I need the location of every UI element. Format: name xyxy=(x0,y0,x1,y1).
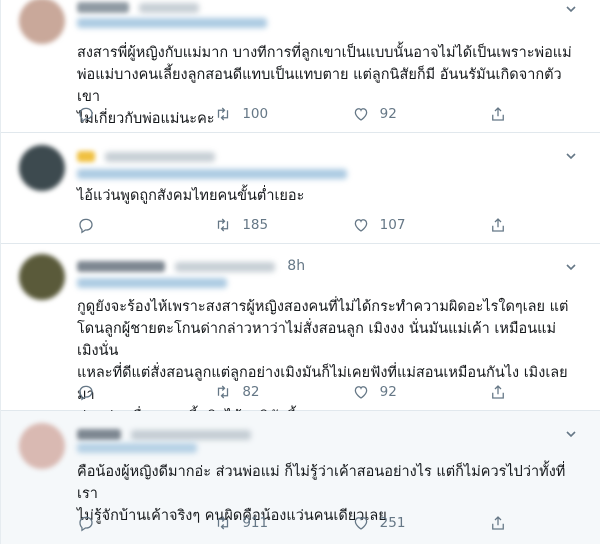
like-button[interactable]: 251 xyxy=(352,514,442,532)
blurred-replying-to[interactable] xyxy=(77,169,347,179)
like-count: 92 xyxy=(379,106,397,122)
share-icon xyxy=(492,107,504,121)
retweet-icon xyxy=(218,516,229,530)
like-count: 107 xyxy=(379,217,406,233)
replies-timeline: สงสารพี่ผู้หญิงกับแม่มาก บางทีการที่ลูกเ… xyxy=(0,0,600,544)
tweet-actions: 100 92 xyxy=(77,104,517,124)
retweet-icon xyxy=(218,218,229,232)
like-icon xyxy=(354,219,367,232)
tweet[interactable]: ไอ้แว่นพูดถูกสังคมไทยคนขั้นต่ำเยอะ 185 1… xyxy=(1,133,600,244)
avatar[interactable] xyxy=(19,423,65,469)
like-icon xyxy=(354,108,367,121)
like-button[interactable]: 92 xyxy=(352,105,442,123)
reply-button[interactable] xyxy=(77,383,167,401)
like-icon xyxy=(354,386,367,399)
blurred-handle xyxy=(139,2,200,13)
reply-button[interactable] xyxy=(77,105,167,123)
tweet[interactable]: สงสารพี่ผู้หญิงกับแม่มาก บางทีการที่ลูกเ… xyxy=(1,0,600,133)
chevron-down-icon[interactable] xyxy=(564,427,578,441)
tweet-text-line: โดนลูกผู้ชายตะโกนด่ากล่าวหาว่าไม่สั่งสอน… xyxy=(77,321,557,359)
tweet-header: 8h xyxy=(77,258,305,274)
blurred-username[interactable] xyxy=(77,261,165,272)
retweet-button[interactable]: 100 xyxy=(214,105,304,123)
retweet-icon xyxy=(218,107,229,121)
retweet-count: 185 xyxy=(242,217,269,233)
tweet[interactable]: คือน้องผู้หญิงดีมากอ่ะ ส่วนพ่อแม่ ก็ไม่ร… xyxy=(1,411,600,544)
retweet-count: 82 xyxy=(242,384,260,400)
tweet-header xyxy=(77,149,221,164)
avatar[interactable] xyxy=(19,0,65,44)
reply-icon xyxy=(79,218,93,234)
tweet-text-line: พ่อแม่บางคนเลี้ยงลูกสอนดีแทบเป็นแทบตาย แ… xyxy=(77,67,562,105)
tweet-actions: 82 92 xyxy=(77,382,517,402)
tweet-text-line: ไอ้แว่นพูดถูกสังคมไทยคนขั้นต่ำเยอะ xyxy=(77,188,305,204)
avatar[interactable] xyxy=(19,145,65,191)
share-button[interactable] xyxy=(489,514,517,532)
like-button[interactable]: 92 xyxy=(352,383,442,401)
tweet[interactable]: 8h กูดูยังจะร้องไห้เพราะสงสารผู้หญิงสองค… xyxy=(1,244,600,425)
share-icon xyxy=(492,516,504,530)
share-button[interactable] xyxy=(489,383,517,401)
retweet-count: 911 xyxy=(242,515,269,531)
blurred-username[interactable] xyxy=(77,2,129,13)
blurred-username[interactable] xyxy=(77,429,121,440)
tweet-actions: 185 107 xyxy=(77,215,517,235)
tweet-text-line: สงสารพี่ผู้หญิงกับแม่มาก บางทีการที่ลูกเ… xyxy=(77,45,572,61)
reply-button[interactable] xyxy=(77,216,167,234)
retweet-icon xyxy=(218,385,229,399)
retweet-button[interactable]: 82 xyxy=(214,383,304,401)
like-count: 92 xyxy=(379,384,397,400)
tweet-header xyxy=(77,427,257,442)
blurred-replying-to[interactable] xyxy=(77,18,267,28)
retweet-button[interactable]: 911 xyxy=(214,514,304,532)
chevron-down-icon[interactable] xyxy=(564,260,578,274)
blurred-username[interactable] xyxy=(77,151,95,162)
tweet-text-line: คือน้องผู้หญิงดีมากอ่ะ ส่วนพ่อแม่ ก็ไม่ร… xyxy=(77,464,566,502)
tweet-actions: 911 251 xyxy=(77,513,517,533)
blurred-handle xyxy=(131,429,252,440)
share-icon xyxy=(492,218,504,232)
chevron-down-icon[interactable] xyxy=(564,2,578,16)
share-button[interactable] xyxy=(489,105,517,123)
blurred-handle xyxy=(105,151,216,162)
tweet-text: กูดูยังจะร้องไห้เพราะสงสารผู้หญิงสองคนที… xyxy=(77,296,577,428)
like-count: 251 xyxy=(379,515,406,531)
avatar[interactable] xyxy=(19,254,65,300)
retweet-button[interactable]: 185 xyxy=(214,216,304,234)
blurred-handle xyxy=(175,261,276,272)
blurred-replying-to[interactable] xyxy=(77,443,197,453)
blurred-replying-to[interactable] xyxy=(77,278,227,288)
tweet-header xyxy=(77,0,205,15)
tweet-text: ไอ้แว่นพูดถูกสังคมไทยคนขั้นต่ำเยอะ xyxy=(77,185,577,207)
chevron-down-icon[interactable] xyxy=(564,149,578,163)
like-icon xyxy=(354,517,367,530)
reply-icon xyxy=(79,516,93,532)
like-button[interactable]: 107 xyxy=(352,216,442,234)
tweet-timestamp[interactable]: 8h xyxy=(287,258,305,274)
reply-button[interactable] xyxy=(77,514,167,532)
retweet-count: 100 xyxy=(242,106,269,122)
share-button[interactable] xyxy=(489,216,517,234)
share-icon xyxy=(492,385,504,399)
tweet-text-line: กูดูยังจะร้องไห้เพราะสงสารผู้หญิงสองคนที… xyxy=(77,299,569,315)
reply-icon xyxy=(79,385,93,401)
reply-icon xyxy=(79,107,93,123)
